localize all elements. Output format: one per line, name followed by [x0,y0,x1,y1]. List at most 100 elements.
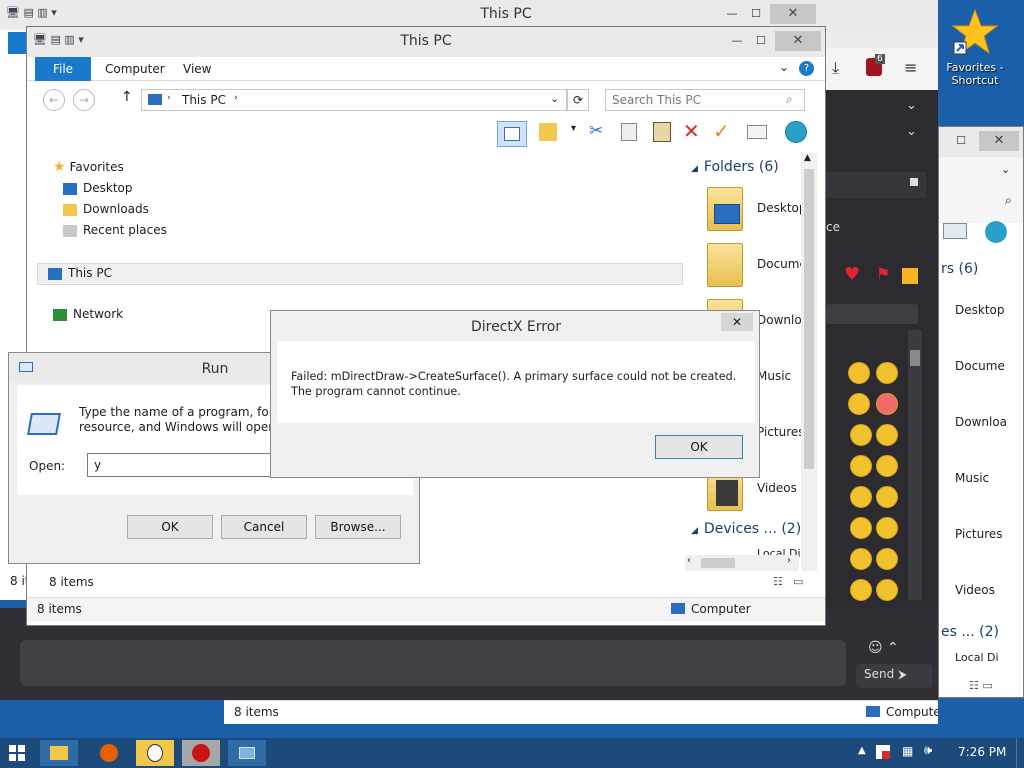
folder-item[interactable]: Music [955,471,989,485]
search-icon[interactable]: ⌕ [1005,193,1012,208]
tree-item-favorites[interactable]: ★ Favorites [53,159,124,175]
close-button[interactable]: ✕ [775,31,821,51]
preview-pane-icon[interactable] [943,223,967,239]
run-icon [239,747,255,759]
open-input[interactable]: y [87,453,287,477]
search-placeholder: Search This PC [612,93,701,107]
delete-icon[interactable]: ✕ [683,119,700,143]
taskbar-game[interactable] [182,740,220,766]
start-button[interactable] [8,744,28,762]
clock[interactable]: 7:26 PM [958,745,1006,759]
chevron-down-icon[interactable]: ⌄ [1001,163,1010,176]
chevron-down-icon[interactable]: ▾ [571,123,576,134]
close-button[interactable]: ✕ [721,313,753,331]
folder-label[interactable]: Pictures [757,425,805,439]
status-bar-bottom: 8 items Computer [27,597,825,621]
copy-icon[interactable] [621,123,637,141]
folder-icon [50,746,68,760]
close-button[interactable]: ✕ [979,131,1019,151]
folder-label[interactable]: Desktop [757,201,807,215]
globe-icon[interactable] [785,121,807,143]
chevron-down-icon[interactable]: ⌄ [550,92,559,105]
taskbar-run[interactable] [228,740,266,766]
folder-item[interactable]: Pictures [955,527,1003,541]
tree-label: Network [73,307,124,321]
rename-icon[interactable] [747,125,767,139]
details-view-icon[interactable]: ☷ [773,575,783,588]
paste-icon[interactable] [653,122,671,142]
folder-label[interactable]: Videos [757,481,797,495]
scrollbar-thumb[interactable] [804,169,814,469]
scroll-right-icon[interactable]: › [787,555,791,566]
firefox-icon [100,744,118,762]
computer-icon [671,603,685,614]
search-input[interactable]: Search This PC ⌕ [605,89,805,111]
tree-item-downloads[interactable]: Downloads [63,202,149,216]
taskbar-app[interactable] [136,740,174,766]
tab-computer[interactable]: Computer [105,62,165,76]
title-bar: ☐ ✕ [939,127,1023,157]
browse-button[interactable]: Browse... [315,515,401,539]
devices-group-header[interactable]: ◢ Devices ... (2) [691,521,801,537]
volume-icon[interactable]: 🕪 [924,743,932,758]
computer-icon [148,94,162,105]
local-disk-item[interactable]: Local Di [955,651,999,664]
desktop-shortcut-favorites[interactable]: Favorites - Shortcut [944,6,1006,92]
folder-label[interactable]: Docume [757,257,807,271]
vertical-scrollbar[interactable]: ▲ [801,153,817,573]
help-icon[interactable]: ? [799,61,814,76]
network-icon[interactable]: ▦ [902,744,913,758]
cut-icon[interactable]: ✂ [589,121,603,141]
folder-item[interactable]: Downloa [955,415,1007,429]
cancel-button[interactable]: Cancel [221,515,307,539]
close-button[interactable]: ✕ [770,4,816,24]
minimize-button[interactable]: — [720,4,744,24]
quick-access-toolbar[interactable]: 🖥 ▤ ▥ ▾ [6,6,57,19]
folder-item[interactable]: Videos [955,583,995,597]
tree-item-recent[interactable]: Recent places [63,223,167,237]
computer-icon [866,706,880,717]
folder-label[interactable]: Music [757,369,791,383]
ok-button[interactable]: OK [655,435,743,459]
show-hidden-icons[interactable]: ▲ [858,745,866,756]
tree-item-this-pc[interactable]: This PC [37,263,683,285]
folder-options-icon[interactable] [539,123,557,141]
taskbar-explorer[interactable] [40,740,78,766]
folder-item[interactable]: Desktop [955,303,1005,317]
folders-group-header[interactable]: ◢ Folders (6) [691,159,779,175]
address-bar[interactable]: › This PC › ⌄ [141,89,567,111]
preview-pane-icon[interactable] [497,121,527,147]
checkmark-icon[interactable]: ✓ [713,119,730,143]
view-toggle-icons[interactable]: ☷ ▭ [969,679,993,692]
devices-header[interactable]: es ... (2) [941,624,999,640]
open-input-value: y [94,458,102,472]
back-button[interactable]: ← [43,89,65,111]
folder-icon[interactable] [707,187,743,231]
taskbar-firefox[interactable] [90,740,128,766]
maximize-button[interactable]: ☐ [744,4,768,24]
folder-item[interactable]: Docume [955,359,1005,373]
horizontal-scrollbar[interactable]: ‹ › [685,555,799,571]
large-icons-view-icon[interactable]: ▭ [793,575,803,588]
show-desktop-button[interactable] [1016,738,1024,768]
status-bar: 8 items ☷ ▭ [27,571,825,593]
chevron-down-icon[interactable]: ⌄ [779,60,789,74]
refresh-button[interactable]: ⟳ [567,89,589,111]
maximize-button[interactable]: ☐ [949,131,973,151]
up-button[interactable]: ↑ [121,89,133,105]
scroll-up-icon[interactable]: ▲ [804,153,811,163]
tab-view[interactable]: View [183,62,211,76]
scrollbar-thumb[interactable] [701,558,735,568]
folders-header[interactable]: rs (6) [941,261,978,277]
tab-file[interactable]: File [35,57,91,81]
globe-icon[interactable] [985,221,1007,243]
action-center-icon[interactable] [876,745,890,759]
tree-item-network[interactable]: Network [53,307,123,321]
minimize-button[interactable]: — [725,31,749,51]
scroll-left-icon[interactable]: ‹ [687,555,691,566]
folder-icon[interactable] [707,243,743,287]
tree-item-desktop[interactable]: Desktop [63,181,133,195]
maximize-button[interactable]: ☐ [749,31,773,51]
forward-button[interactable]: → [73,89,95,111]
ok-button[interactable]: OK [127,515,213,539]
